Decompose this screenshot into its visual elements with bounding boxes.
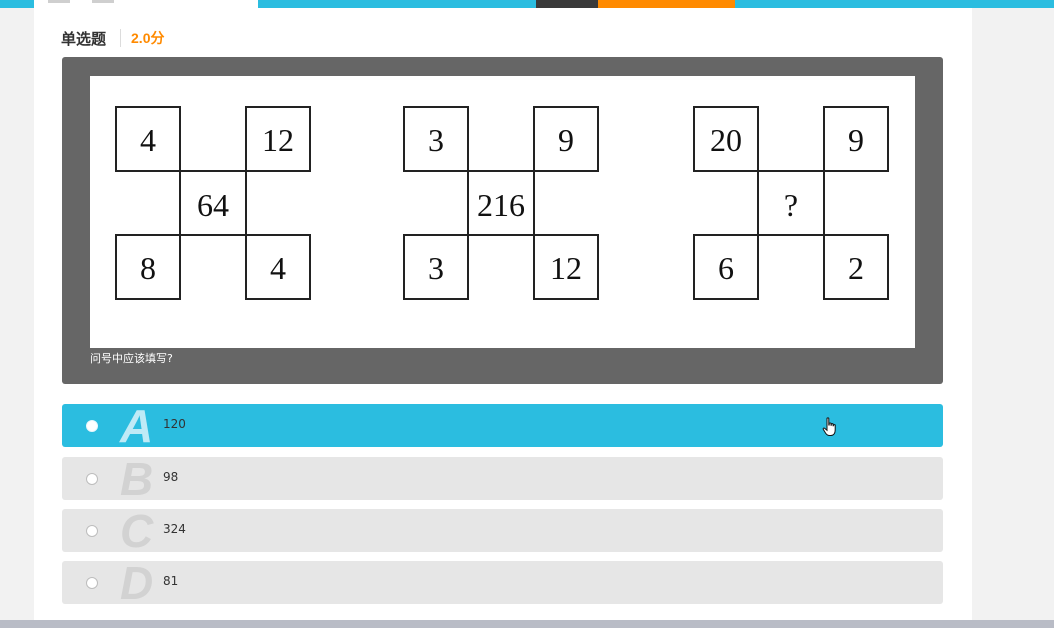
puzzle-number: 3 — [428, 250, 444, 286]
puzzle-number: 12 — [550, 250, 582, 286]
question-type: 单选题 — [61, 30, 107, 48]
option-radio[interactable] — [86, 420, 98, 432]
puzzle-number: 9 — [558, 122, 574, 158]
option-radio[interactable] — [86, 577, 98, 589]
top-tab-strip — [34, 0, 258, 8]
question-score: 2.0分 — [131, 30, 165, 46]
puzzle-number: 4 — [270, 250, 286, 286]
option-d[interactable]: D 81 — [62, 557, 943, 609]
option-letter: C — [120, 505, 154, 557]
puzzle-center-number: ? — [784, 187, 798, 223]
option-c[interactable]: C 324 — [62, 505, 943, 557]
puzzle-number: 12 — [262, 122, 294, 158]
puzzle-number: 3 — [428, 122, 444, 158]
header-divider — [120, 29, 122, 47]
option-letter: A — [120, 400, 154, 452]
puzzle-number: 2 — [848, 250, 864, 286]
puzzle-figure: 4 12 8 4 64 3 9 3 12 216 20 9 6 2? — [115, 106, 889, 300]
hand-pointer-icon — [822, 417, 838, 441]
option-letter: B — [120, 453, 154, 505]
puzzle-number: 8 — [140, 250, 156, 286]
puzzle-number: 9 — [848, 122, 864, 158]
question-figure: 4 12 8 4 64 3 9 3 12 216 20 9 6 2? — [90, 76, 915, 348]
top-orange-button[interactable] — [598, 0, 735, 8]
puzzle-number: 4 — [140, 122, 156, 158]
puzzle-number: 20 — [710, 122, 742, 158]
option-text: 81 — [163, 574, 179, 588]
option-radio[interactable] — [86, 473, 98, 485]
video-thumbnail — [536, 0, 598, 8]
puzzle-number: 6 — [718, 250, 734, 286]
option-a[interactable]: A 120 — [62, 400, 943, 452]
question-header: 单选题 2.0分 — [61, 28, 164, 48]
puzzle-center-number: 216 — [477, 187, 525, 223]
bottom-bar — [0, 620, 1054, 628]
question-stem: 4 12 8 4 64 3 9 3 12 216 20 9 6 2? 问号中应该填写? — [62, 57, 943, 384]
option-letter: D — [120, 557, 154, 609]
option-radio[interactable] — [86, 525, 98, 537]
tab-mark — [48, 0, 70, 3]
option-text: 324 — [163, 522, 186, 536]
tab-mark — [92, 0, 114, 3]
option-text: 98 — [163, 470, 179, 484]
stem-text: 问号中应该填写? — [90, 352, 173, 365]
option-text: 120 — [163, 417, 186, 431]
puzzle-center-number: 64 — [197, 187, 229, 223]
option-b[interactable]: B 98 — [62, 453, 943, 505]
